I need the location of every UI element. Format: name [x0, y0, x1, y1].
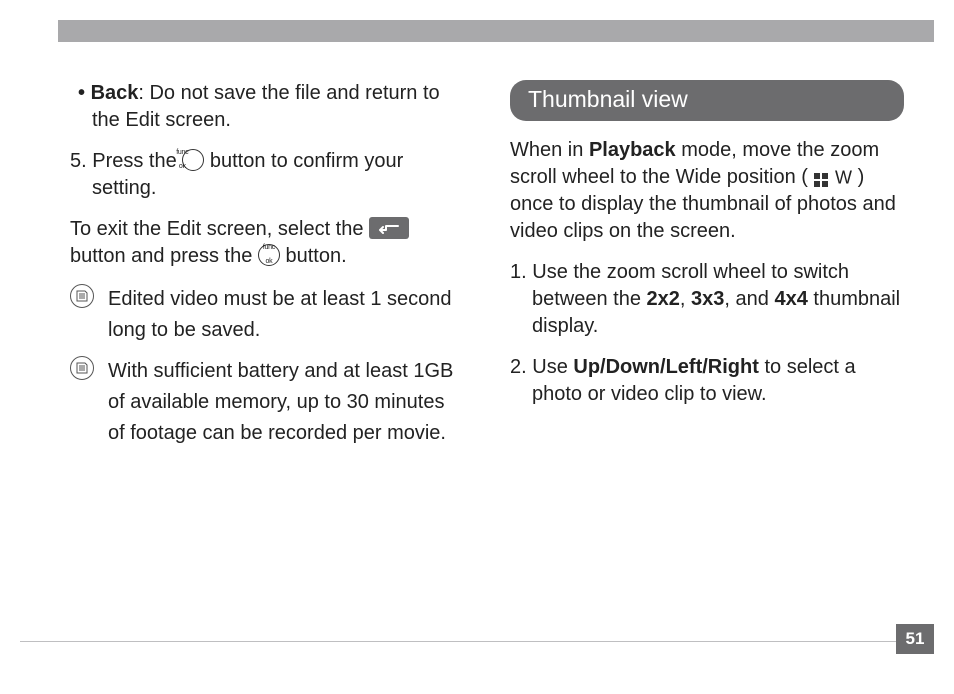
thumbnail-grid-icon	[813, 169, 829, 185]
content-columns: Back: Do not save the file and return to…	[70, 80, 904, 449]
func-ok-icon: funcok	[258, 244, 280, 266]
thumbnail-intro: When in Playback mode, move the zoom scr…	[510, 137, 904, 245]
footer-rule	[20, 641, 896, 642]
section-heading-text: Thumbnail view	[528, 86, 688, 112]
left-column: Back: Do not save the file and return to…	[70, 80, 464, 449]
exit-paragraph: To exit the Edit screen, select the butt…	[70, 216, 464, 270]
thumb-step-2: 2. Use Up/Down/Left/Right to select a ph…	[510, 354, 904, 408]
page-number-box: 51	[896, 624, 934, 654]
note-icon	[70, 284, 94, 308]
note-icon	[70, 356, 94, 380]
thumb-step-1: 1. Use the zoom scroll wheel to switch b…	[510, 259, 904, 340]
thumb-step-1-number: 1.	[510, 261, 527, 283]
page-number: 51	[906, 629, 925, 649]
s2-a: Use	[532, 356, 573, 378]
s1-sep2: , and	[724, 288, 774, 310]
s1-sep1: ,	[680, 288, 691, 310]
note-1: Edited video must be at least 1 second l…	[70, 284, 464, 346]
right-column: Thumbnail view When in Playback mode, mo…	[510, 80, 904, 449]
back-arrow-icon	[369, 217, 409, 239]
back-bullet: Back: Do not save the file and return to…	[70, 80, 464, 134]
wide-letter: W	[835, 168, 852, 188]
s1-3x3: 3x3	[691, 288, 724, 310]
exit-text-a: To exit the Edit screen, select the	[70, 218, 369, 240]
header-bar	[58, 20, 934, 42]
step-5-number: 5.	[70, 150, 87, 172]
note-2-text: With sufficient battery and at least 1GB…	[108, 356, 464, 449]
thumb-step-2-number: 2.	[510, 356, 527, 378]
intro-playback: Playback	[589, 139, 676, 161]
back-desc: : Do not save the file and return to the…	[92, 82, 440, 131]
note-2: With sufficient battery and at least 1GB…	[70, 356, 464, 449]
back-label: Back	[91, 82, 139, 104]
step-5-text-a: Press the	[92, 150, 182, 172]
s1-4x4: 4x4	[774, 288, 807, 310]
s1-2x2: 2x2	[647, 288, 680, 310]
exit-text-c: button.	[285, 245, 346, 267]
step-5: 5. Press the funcok button to confirm yo…	[70, 148, 464, 202]
exit-text-b: button and press the	[70, 245, 258, 267]
intro-a: When in	[510, 139, 589, 161]
section-heading: Thumbnail view	[510, 80, 904, 121]
note-1-text: Edited video must be at least 1 second l…	[108, 284, 464, 346]
notes-block: Edited video must be at least 1 second l…	[70, 284, 464, 449]
func-ok-icon: funcok	[182, 149, 204, 171]
s2-dirs: Up/Down/Left/Right	[573, 356, 759, 378]
